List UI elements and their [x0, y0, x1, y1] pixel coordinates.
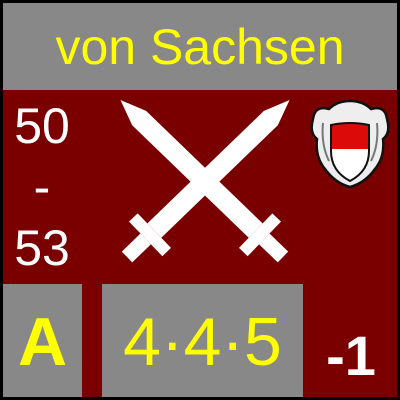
combat-factors: 4·4·5 — [123, 304, 282, 380]
year-end: 53 — [14, 220, 70, 276]
year-start: 50 — [14, 98, 70, 154]
unit-counter[interactable]: von Sachsen 50 - 53 A 4·4·5 -1 — [0, 0, 400, 400]
leader-name: von Sachsen — [55, 18, 345, 75]
crossed-swords-icon — [120, 100, 290, 263]
unit-type-box: A — [3, 284, 82, 397]
year-separator: - — [33, 159, 51, 215]
modifier-value: -1 — [326, 324, 376, 387]
title-bar: von Sachsen — [3, 3, 397, 90]
unit-type-letter: A — [17, 304, 68, 380]
combat-factors-box: 4·4·5 — [102, 284, 303, 397]
service-years: 50 - 53 — [9, 95, 75, 275]
saxony-coat-of-arms-icon — [310, 99, 390, 189]
